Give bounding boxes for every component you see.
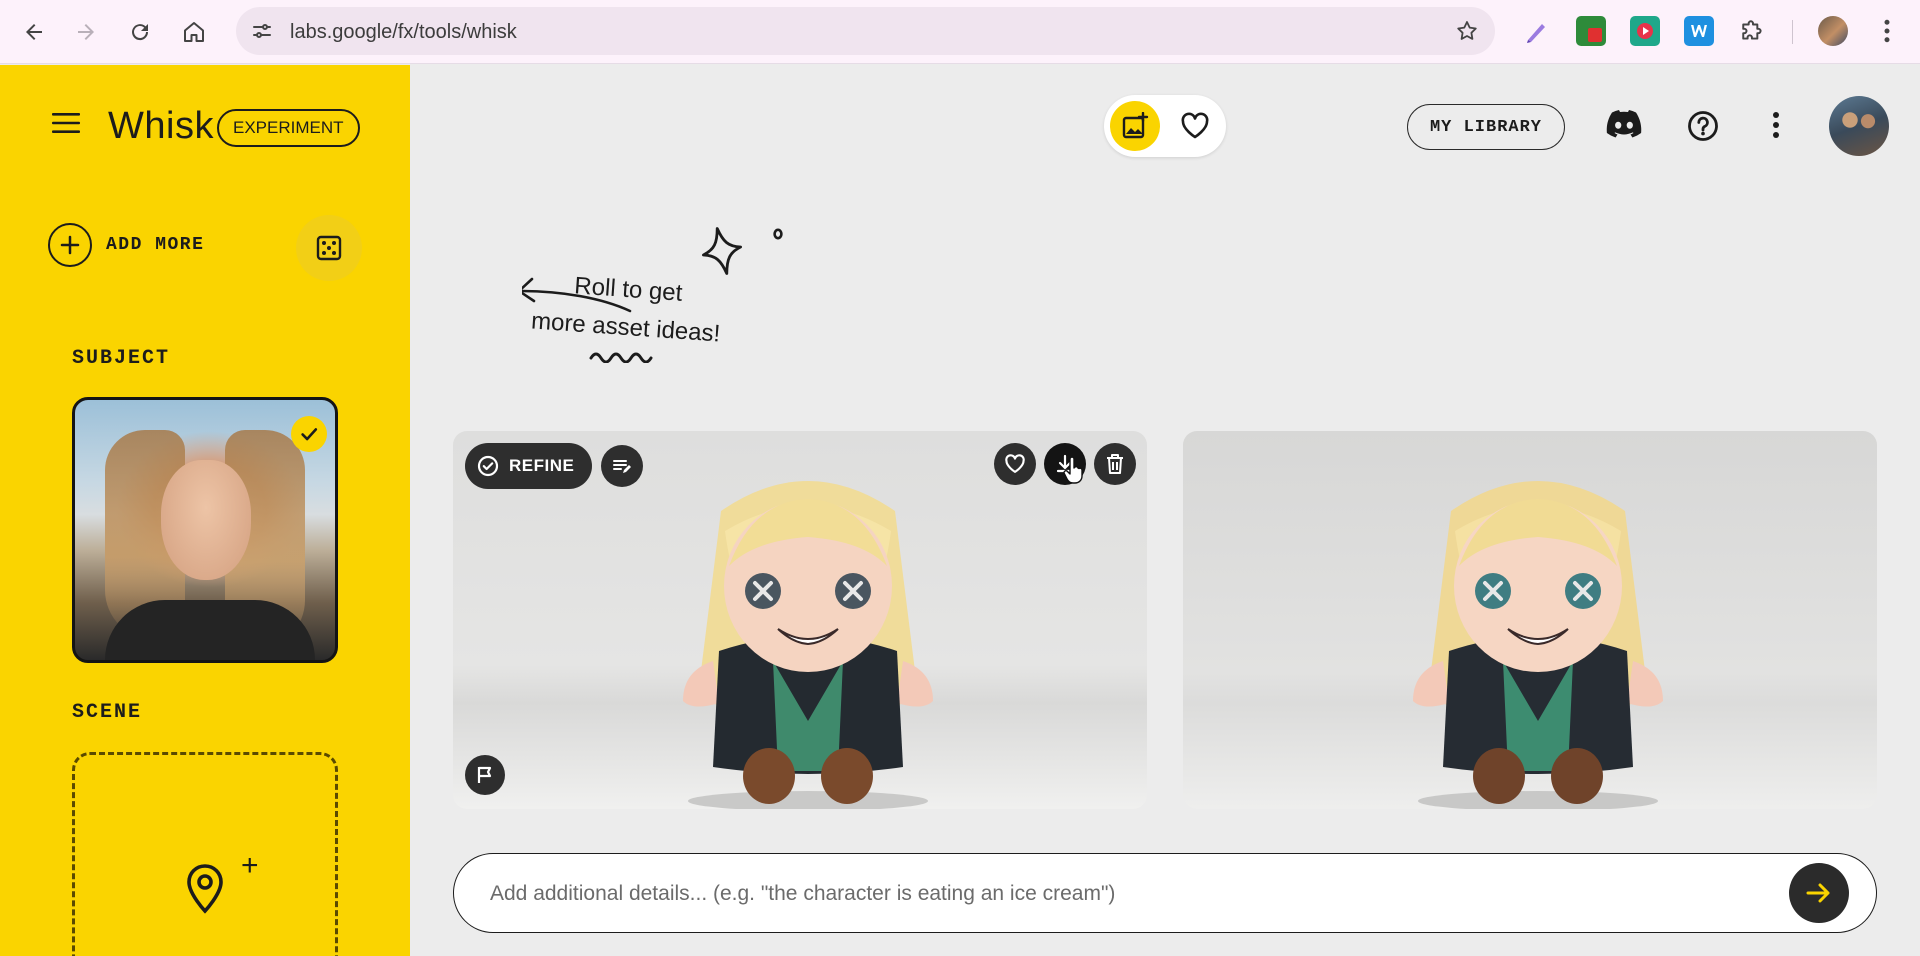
red-square-icon [1588, 28, 1602, 42]
report-button[interactable] [465, 755, 505, 795]
w-extension-icon[interactable] [1684, 16, 1714, 46]
dice-button[interactable] [296, 215, 362, 281]
favorite-button[interactable] [994, 443, 1036, 485]
green-extension-icon[interactable] [1576, 16, 1606, 46]
main-area: MY LIBRARY Roll to get more asset ideas! [410, 65, 1920, 956]
arrow-right-icon [1806, 883, 1830, 903]
favorites-view-button[interactable] [1170, 101, 1220, 151]
subject-photo-face [161, 460, 251, 580]
tune-icon[interactable] [250, 19, 274, 43]
image-sparkle-icon [1122, 112, 1149, 139]
url-text[interactable]: labs.google/fx/tools/whisk [290, 21, 517, 44]
menu-button[interactable] [50, 110, 82, 136]
send-button[interactable] [1789, 863, 1849, 923]
address-bar[interactable]: labs.google/fx/tools/whisk [236, 7, 1495, 55]
trash-icon [1107, 454, 1123, 474]
home-icon [184, 22, 204, 42]
reload-button[interactable] [120, 12, 160, 52]
scene-section-label: SCENE [72, 701, 143, 724]
dot-doodle-icon [773, 228, 783, 240]
help-button[interactable] [1687, 110, 1719, 142]
my-library-button[interactable]: MY LIBRARY [1407, 104, 1565, 150]
selected-check-icon[interactable] [291, 416, 327, 452]
edit-notes-icon [613, 460, 631, 473]
squiggle-doodle-icon [589, 352, 653, 363]
check-circle-icon [477, 455, 499, 477]
star-icon[interactable] [1455, 19, 1479, 43]
add-plus-icon: + [241, 849, 259, 882]
puzzle-icon[interactable] [1738, 16, 1768, 46]
subject-photo-jacket [105, 600, 315, 660]
arrow-right-icon [78, 24, 94, 40]
browser-menu-button[interactable] [1872, 16, 1902, 46]
flag-icon [477, 766, 492, 783]
prompt-input[interactable] [490, 874, 1760, 914]
more-vert-icon [1884, 19, 1890, 43]
generate-view-button[interactable] [1110, 101, 1160, 151]
discord-button[interactable] [1605, 109, 1643, 139]
discord-icon [1606, 110, 1642, 138]
pen-extension-icon[interactable] [1522, 16, 1552, 46]
sparkle-doodle-icon [702, 227, 742, 275]
heart-icon [1005, 454, 1025, 473]
subject-image-card[interactable] [72, 397, 338, 663]
plush-doll-image [1413, 481, 1663, 809]
plush-doll-image [683, 481, 933, 809]
app-title: Whisk [108, 105, 214, 147]
experiment-badge: EXPERIMENT [217, 109, 360, 147]
delete-button[interactable] [1094, 443, 1136, 485]
location-pin-icon [185, 863, 225, 915]
hint-text: Roll to get more asset ideas! [520, 264, 735, 354]
more-options-button[interactable] [1764, 109, 1788, 141]
help-icon [1688, 111, 1718, 141]
refine-label: REFINE [509, 456, 575, 475]
result-image-card-2[interactable] [1183, 431, 1877, 809]
video-extension-icon[interactable] [1630, 16, 1660, 46]
more-vert-icon [1773, 112, 1779, 138]
heart-icon [1181, 112, 1209, 139]
user-avatar[interactable] [1829, 96, 1889, 156]
hand-cursor-icon [1063, 457, 1083, 484]
back-button[interactable] [14, 12, 54, 52]
plus-circle-icon [48, 223, 92, 267]
hamburger-icon [52, 113, 80, 133]
add-more-button[interactable]: ADD MORE [48, 223, 204, 267]
browser-profile-avatar[interactable] [1818, 16, 1848, 46]
forward-button[interactable] [66, 12, 106, 52]
home-button[interactable] [174, 12, 214, 52]
scene-upload-card[interactable]: + [72, 752, 338, 956]
sidebar: Whisk EXPERIMENT ADD MORE SUBJECT SCENE … [0, 65, 410, 956]
toolbar-divider [1792, 20, 1793, 44]
add-more-label: ADD MORE [106, 235, 205, 255]
browser-chrome: labs.google/fx/tools/whisk [0, 0, 1920, 64]
refine-button[interactable]: REFINE [465, 443, 593, 489]
edit-prompt-button[interactable] [601, 445, 643, 487]
reload-icon [132, 24, 149, 41]
subject-section-label: SUBJECT [72, 347, 171, 370]
dice-icon [316, 235, 342, 261]
result-image-card-1[interactable]: REFINE [453, 431, 1147, 809]
view-toggle [1104, 95, 1226, 157]
arrow-left-icon [26, 24, 42, 40]
prompt-bar [453, 853, 1877, 933]
